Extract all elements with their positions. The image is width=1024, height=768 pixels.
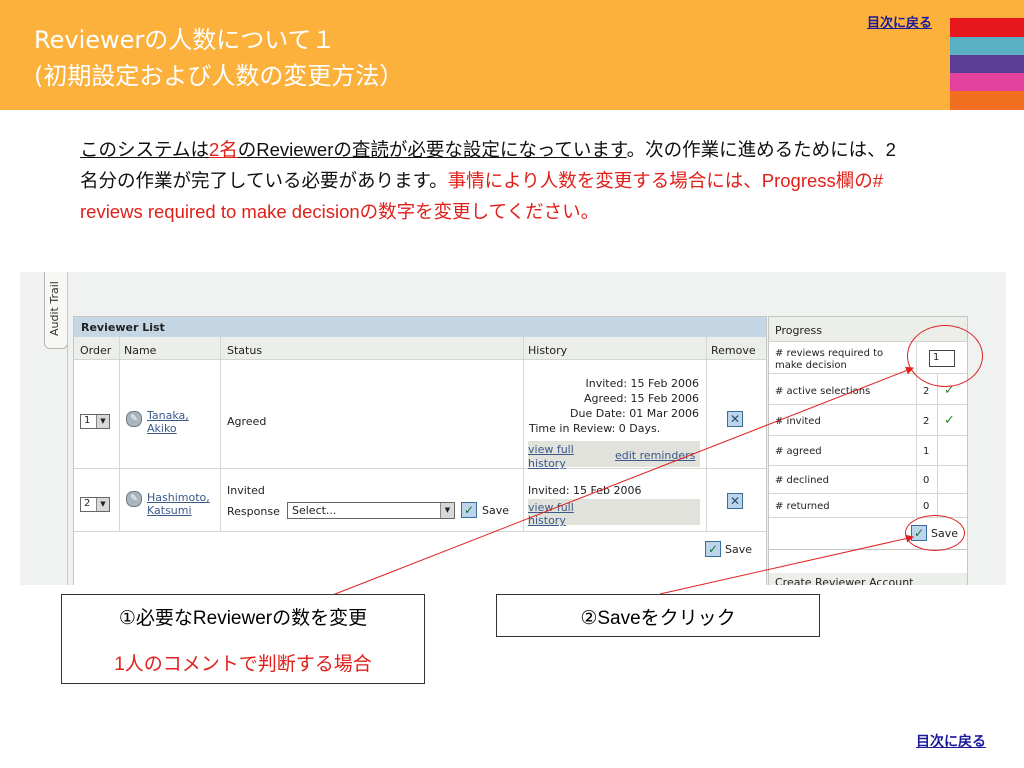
callout-change-count-text: ①必要なReviewerの数を変更 — [118, 608, 368, 629]
arrow-to-input — [329, 366, 914, 597]
callout-change-count: ①必要なReviewerの数を変更 1人のコメントで判断する場合 — [61, 594, 425, 684]
arrow-to-save — [659, 534, 914, 595]
callout-click-save-text: ②Saveをクリック — [580, 608, 736, 629]
toc-link-bottom[interactable]: 目次に戻る — [916, 731, 986, 751]
callout-click-save: ②Saveをクリック — [496, 594, 820, 637]
callout-change-count-subtext: 1人のコメントで判断する場合 — [114, 654, 372, 675]
